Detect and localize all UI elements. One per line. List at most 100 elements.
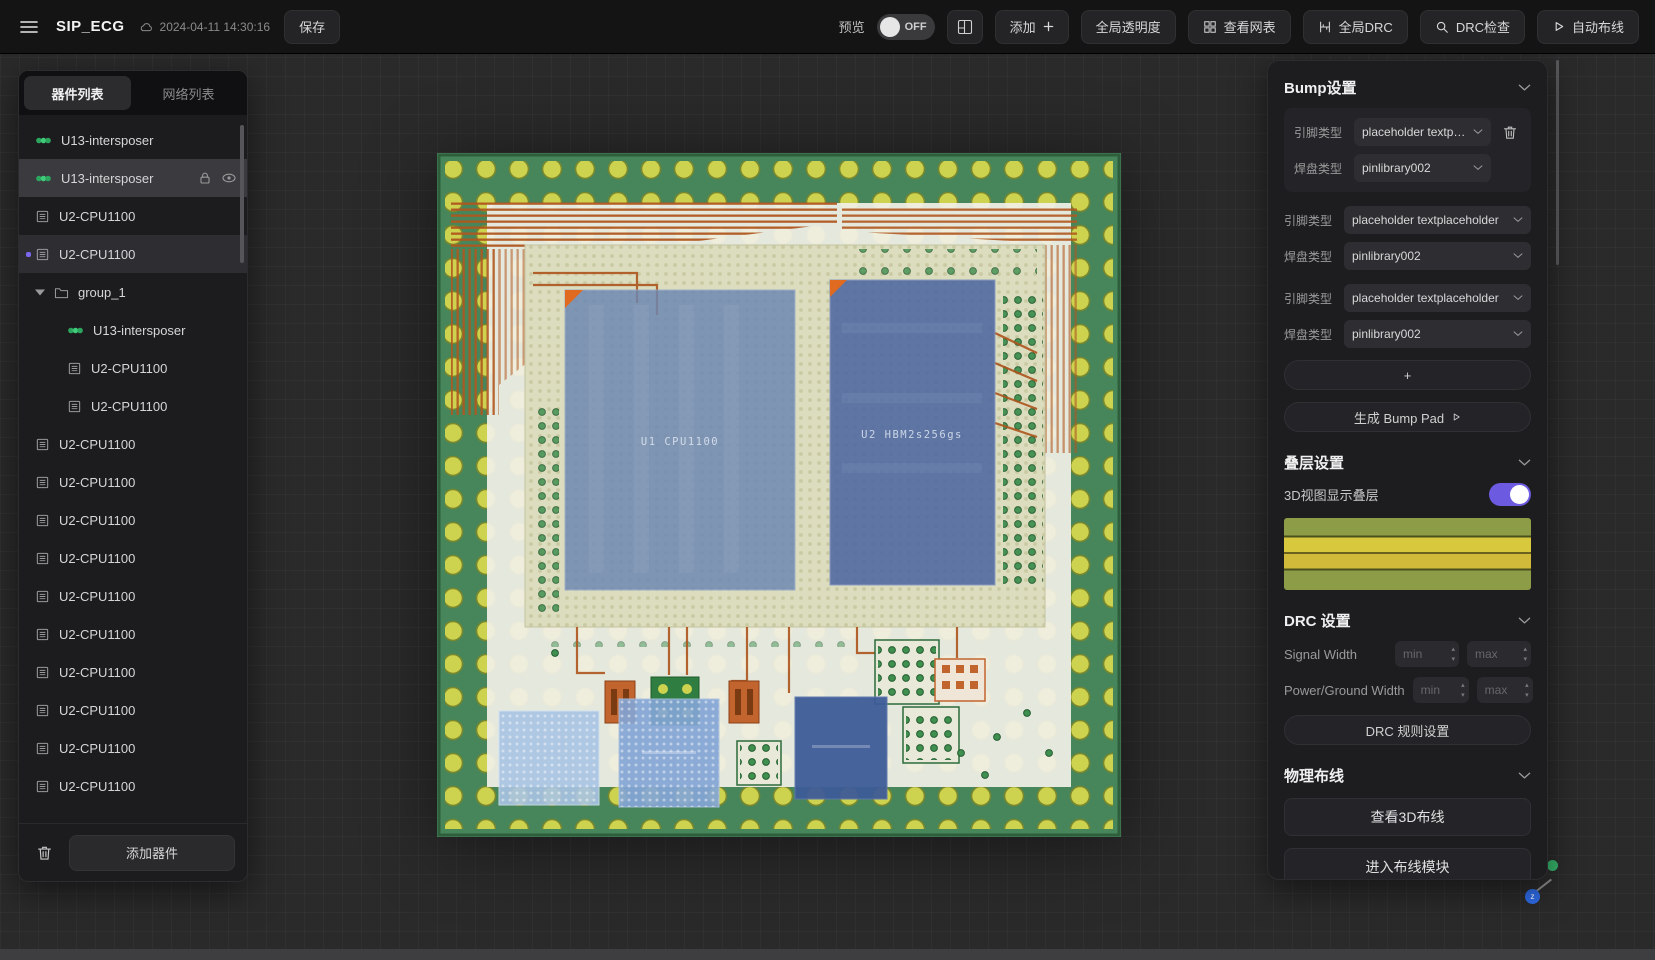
pad-type-label: 焊盘类型	[1294, 160, 1346, 177]
add-button[interactable]: 添加	[995, 10, 1069, 44]
lock-icon[interactable]	[198, 171, 212, 185]
enter-routing-module-label: 进入布线模块	[1366, 857, 1450, 877]
floorplan-tool-button[interactable]	[947, 10, 983, 44]
stack-3d-label: 3D视图显示叠层	[1284, 485, 1379, 504]
delete-component-button[interactable]	[31, 840, 57, 866]
delete-bump-group-button[interactable]	[1499, 125, 1521, 140]
bga-component[interactable]	[737, 741, 781, 785]
component-list-item[interactable]: U2-CPU1100	[19, 691, 247, 729]
bga-component[interactable]	[903, 707, 959, 763]
canvas-vertical-scrollbar[interactable]	[1556, 60, 1559, 265]
canvas-horizontal-scrollbar[interactable]	[0, 949, 1655, 960]
routing-section-header[interactable]: 物理布线	[1284, 765, 1531, 786]
component-list-item[interactable]: U13-intersposer	[19, 311, 247, 349]
search-icon	[1435, 20, 1449, 34]
drc-check-label: DRC检查	[1456, 17, 1510, 36]
global-opacity-button[interactable]: 全局透明度	[1081, 10, 1176, 44]
chip-u1[interactable]: U1 CPU1100	[565, 290, 795, 590]
chevron-down-icon	[1473, 165, 1483, 171]
component-list-item[interactable]: U2-CPU1100	[19, 653, 247, 691]
orange-dotted-component[interactable]	[935, 659, 985, 701]
component-list-item[interactable]: U2-CPU1100	[19, 577, 247, 615]
add-component-button[interactable]: 添加器件	[69, 835, 235, 871]
menu-button[interactable]	[16, 16, 42, 38]
pad-type-select[interactable]: pinlibrary002	[1344, 320, 1531, 348]
drc-rules-button[interactable]: DRC 规则设置	[1284, 715, 1531, 745]
pad-type-select[interactable]: pinlibrary002	[1344, 242, 1531, 270]
small-die[interactable]	[795, 697, 887, 799]
trash-icon	[37, 845, 52, 861]
tab-net-list[interactable]: 网络列表	[135, 76, 242, 110]
stepper-buttons[interactable]: ▴▾	[1461, 680, 1465, 700]
component-list-item[interactable]: U2-CPU1100	[19, 387, 247, 425]
component-list-item[interactable]: U2-CPU1100	[19, 539, 247, 577]
view-netlist-button[interactable]: 查看网表	[1188, 10, 1291, 44]
generate-bump-pad-button[interactable]: 生成 Bump Pad	[1284, 402, 1531, 432]
stack-3d-toggle[interactable]	[1489, 483, 1531, 506]
signal-width-min-input[interactable]	[1395, 641, 1459, 667]
pin-type-select[interactable]: placeholder textplaceholder	[1344, 206, 1531, 234]
component-label: U2-CPU1100	[59, 665, 135, 680]
small-die[interactable]	[499, 711, 599, 805]
component-list-item[interactable]: U2-CPU1100	[19, 425, 247, 463]
component-label: U2-CPU1100	[59, 741, 135, 756]
global-opacity-label: 全局透明度	[1096, 17, 1161, 36]
app-title: SIP_ECG	[56, 18, 125, 35]
pin-type-select[interactable]: placeholder textplaceholder	[1354, 118, 1491, 146]
pad-type-row: 焊盘类型 pinlibrary002	[1284, 242, 1531, 270]
power-width-max: ▴▾	[1477, 677, 1533, 703]
signal-width-max-input[interactable]	[1467, 641, 1531, 667]
global-drc-button[interactable]: 全局DRC	[1303, 10, 1408, 44]
drc-section-header[interactable]: DRC 设置	[1284, 610, 1531, 631]
component-list-item[interactable]: U13-intersposer	[19, 121, 247, 159]
stepper-buttons[interactable]: ▴▾	[1451, 644, 1455, 664]
chevron-down-icon	[1513, 253, 1523, 259]
eye-icon[interactable]	[221, 172, 237, 184]
chip-icon	[35, 741, 50, 756]
bump-group-0: 引脚类型 placeholder textplaceholder 焊盘类型 pi…	[1284, 108, 1531, 192]
list-scrollbar[interactable]	[240, 125, 244, 263]
auto-route-button[interactable]: 自动布线	[1537, 10, 1639, 44]
component-list-item[interactable]: U2-CPU1100	[19, 463, 247, 501]
toggle-knob	[1510, 485, 1529, 504]
component-list-item[interactable]: U2-CPU1100	[19, 235, 247, 273]
bump-group-2: 引脚类型 placeholder textplaceholder 焊盘类型 pi…	[1284, 284, 1531, 348]
component-list-item[interactable]: U2-CPU1100	[19, 615, 247, 653]
pad-type-select[interactable]: pinlibrary002	[1354, 154, 1491, 182]
add-bump-group-button[interactable]: +	[1284, 360, 1531, 390]
design-canvas-board[interactable]: U1 CPU1100 U2 HBM2s256gs	[437, 153, 1121, 837]
preview-toggle[interactable]: OFF	[877, 14, 935, 40]
chevron-down-icon[interactable]	[1518, 617, 1531, 625]
component-list-item[interactable]: U2-CPU1100	[19, 197, 247, 235]
stepper-buttons[interactable]: ▴▾	[1525, 680, 1529, 700]
save-button[interactable]: 保存	[284, 10, 340, 44]
orange-component[interactable]	[729, 681, 759, 723]
chevron-down-icon[interactable]	[1518, 772, 1531, 780]
stack-section-header[interactable]: 叠层设置	[1284, 452, 1531, 473]
pin-type-value: placeholder textplaceholder	[1352, 291, 1507, 305]
component-list-item[interactable]: U2-CPU1100	[19, 729, 247, 767]
view-3d-routing-button[interactable]: 查看3D布线	[1284, 798, 1531, 836]
component-list-item[interactable]: U2-CPU1100	[19, 349, 247, 387]
enter-routing-module-button[interactable]: 进入布线模块	[1284, 848, 1531, 880]
component-list-item[interactable]: U13-intersposer	[19, 159, 247, 197]
chevron-down-icon[interactable]	[1518, 84, 1531, 92]
pad-type-row: 焊盘类型 pinlibrary002	[1284, 320, 1531, 348]
drc-check-button[interactable]: DRC检查	[1420, 10, 1525, 44]
caret-down-icon[interactable]	[35, 289, 45, 296]
small-die[interactable]	[619, 699, 719, 807]
chevron-down-icon	[1513, 295, 1523, 301]
board-svg: U1 CPU1100 U2 HBM2s256gs	[437, 153, 1121, 837]
tab-component-list[interactable]: 器件列表	[24, 76, 131, 110]
stepper-buttons[interactable]: ▴▾	[1523, 644, 1527, 664]
chip-u2[interactable]: U2 HBM2s256gs	[830, 280, 995, 585]
bump-section-header[interactable]: Bump设置	[1284, 77, 1531, 98]
component-list-item[interactable]: U2-CPU1100	[19, 767, 247, 805]
chip-icon	[67, 361, 82, 376]
chip-u1-label: U1 CPU1100	[641, 436, 719, 448]
bga-component[interactable]	[875, 640, 939, 704]
pin-type-select[interactable]: placeholder textplaceholder	[1344, 284, 1531, 312]
chevron-down-icon[interactable]	[1518, 459, 1531, 467]
group-list-item[interactable]: group_1	[19, 273, 247, 311]
component-list-item[interactable]: U2-CPU1100	[19, 501, 247, 539]
